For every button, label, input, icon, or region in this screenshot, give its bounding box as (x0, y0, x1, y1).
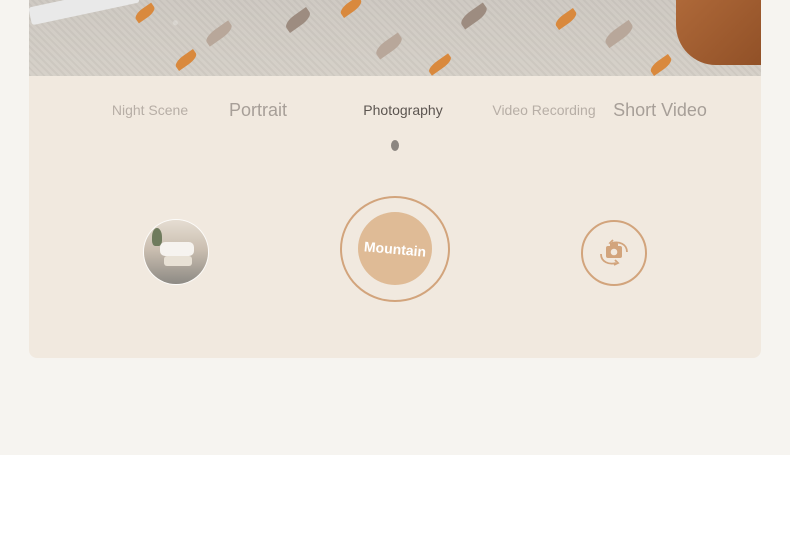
gallery-thumbnail[interactable] (144, 220, 208, 284)
viewfinder-pattern (426, 53, 454, 76)
camera-mode-selector: Night Scene Portrait Photography Video R… (29, 90, 761, 130)
viewfinder-pattern (373, 32, 405, 60)
viewfinder-pattern (553, 8, 579, 30)
viewfinder-paper (29, 0, 140, 26)
camera-panel: Night Scene Portrait Photography Video R… (29, 0, 761, 358)
viewfinder-pattern (133, 2, 157, 24)
camera-viewfinder (29, 0, 761, 76)
viewfinder-pattern (203, 20, 235, 47)
mode-photography[interactable]: Photography (353, 90, 453, 130)
thumbnail-sofa (160, 242, 194, 256)
mode-night-scene[interactable]: Night Scene (105, 90, 195, 130)
viewfinder-pattern (602, 19, 636, 49)
mode-portrait[interactable]: Portrait (217, 90, 299, 130)
viewfinder-pattern (458, 2, 490, 30)
active-mode-indicator (391, 140, 399, 151)
viewfinder-pattern (173, 49, 199, 71)
viewfinder-sofa-arm (676, 0, 761, 65)
mode-short-video[interactable]: Short Video (605, 90, 715, 130)
viewfinder-pattern (338, 0, 364, 18)
shutter-label: Mountain (363, 237, 427, 260)
shutter-button[interactable]: Mountain (358, 212, 432, 285)
viewfinder-pattern (648, 54, 674, 76)
flip-camera-button[interactable] (581, 220, 647, 286)
mode-video-recording[interactable]: Video Recording (485, 90, 603, 130)
thumbnail-table (164, 256, 192, 266)
flip-camera-icon (600, 239, 628, 266)
viewfinder-pattern (283, 7, 313, 33)
